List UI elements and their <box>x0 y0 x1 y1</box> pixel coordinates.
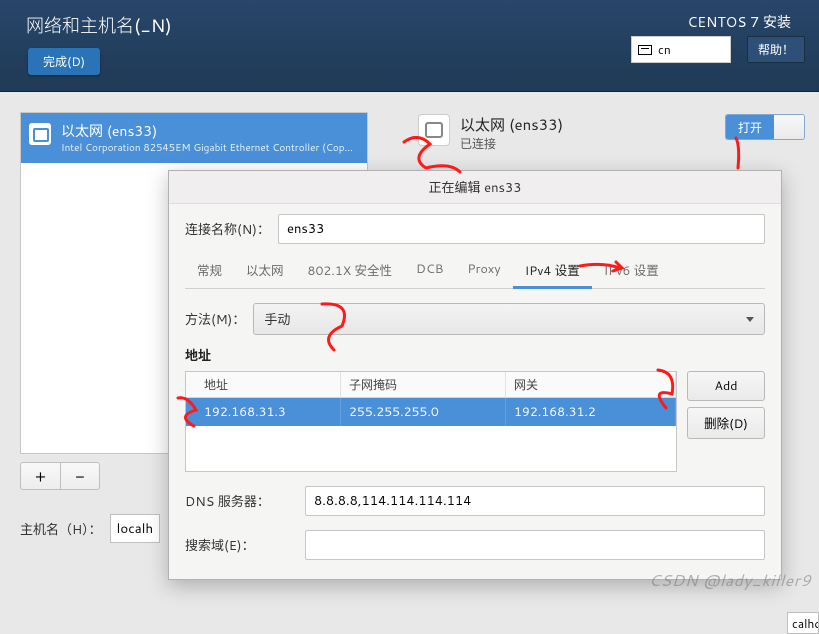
tab-ipv4[interactable]: IPv4 设置 <box>513 254 592 289</box>
ethernet-icon <box>29 123 51 145</box>
col-address: 地址 <box>186 372 341 398</box>
method-combobox[interactable]: 手动 <box>253 303 765 335</box>
network-device-item[interactable]: 以太网 (ens33) Intel Corporation 82545EM Gi… <box>21 113 367 163</box>
col-netmask: 子网掩码 <box>341 372 506 398</box>
toggle-knob <box>774 115 804 139</box>
dns-label: DNS 服务器： <box>185 491 295 511</box>
cell-gateway[interactable]: 192.168.31.2 <box>506 398 676 426</box>
delete-address-button[interactable]: 删除(D) <box>687 407 765 439</box>
ethernet-status-icon <box>418 114 450 146</box>
tab-general[interactable]: 常规 <box>185 254 234 288</box>
device-description: Intel Corporation 82545EM Gigabit Ethern… <box>61 141 357 155</box>
col-gateway: 网关 <box>506 372 676 398</box>
settings-tabs: 常规 以太网 802.1X 安全性 DCB Proxy IPv4 设置 IPv6… <box>185 254 765 289</box>
help-button[interactable]: 帮助！ <box>747 36 805 63</box>
connection-toggle[interactable]: 打开 <box>725 114 805 140</box>
ethernet-connected: 已连接 <box>460 135 563 152</box>
chevron-down-icon <box>746 317 754 322</box>
done-button[interactable]: 完成(D) <box>28 48 100 75</box>
cell-address[interactable]: 192.168.31.3 <box>186 398 341 426</box>
cell-netmask[interactable]: 255.255.255.0 <box>341 398 506 426</box>
search-domain-input[interactable] <box>305 530 765 560</box>
address-table[interactable]: 地址 子网掩码 网关 192.168.31.3 255.255.255.0 19… <box>185 371 677 472</box>
method-value: 手动 <box>264 309 290 329</box>
edit-connection-dialog: 正在编辑 ens33 连接名称(N)： 常规 以太网 802.1X 安全性 DC… <box>168 170 782 580</box>
tab-8021x[interactable]: 802.1X 安全性 <box>296 254 405 288</box>
keyboard-layout-indicator[interactable]: cn <box>631 36 731 63</box>
keyboard-icon <box>638 45 652 55</box>
remove-device-button[interactable]: − <box>60 462 100 490</box>
toggle-on-label: 打开 <box>726 115 774 139</box>
connection-name-input[interactable] <box>278 214 765 244</box>
add-device-button[interactable]: + <box>20 462 60 490</box>
tab-dcb[interactable]: DCB <box>404 254 455 288</box>
address-table-header: 地址 子网掩码 网关 <box>186 372 676 398</box>
hostname-input[interactable] <box>110 514 160 543</box>
tab-ipv6[interactable]: IPv6 设置 <box>592 254 671 288</box>
device-name: 以太网 (ens33) <box>61 121 357 141</box>
hostname-label: 主机名（H）： <box>20 519 102 539</box>
address-row[interactable]: 192.168.31.3 255.255.255.0 192.168.31.2 <box>186 398 676 426</box>
dns-input[interactable] <box>305 486 765 516</box>
dialog-title: 正在编辑 ens33 <box>169 171 781 204</box>
ethernet-title: 以太网 (ens33) <box>460 114 563 135</box>
add-address-button[interactable]: Add <box>687 371 765 401</box>
current-hostname-display: calho <box>787 612 819 634</box>
address-table-empty <box>186 426 676 472</box>
locale-text: cn <box>658 41 671 58</box>
tab-ethernet[interactable]: 以太网 <box>234 254 296 288</box>
method-label: 方法(M)： <box>185 309 245 329</box>
connection-name-label: 连接名称(N)： <box>185 219 270 239</box>
installer-title: CENTOS 7 安装 <box>687 12 791 32</box>
address-section-header: 地址 <box>185 345 765 365</box>
tab-proxy[interactable]: Proxy <box>455 254 512 288</box>
search-domain-label: 搜索域(E)： <box>185 535 295 555</box>
